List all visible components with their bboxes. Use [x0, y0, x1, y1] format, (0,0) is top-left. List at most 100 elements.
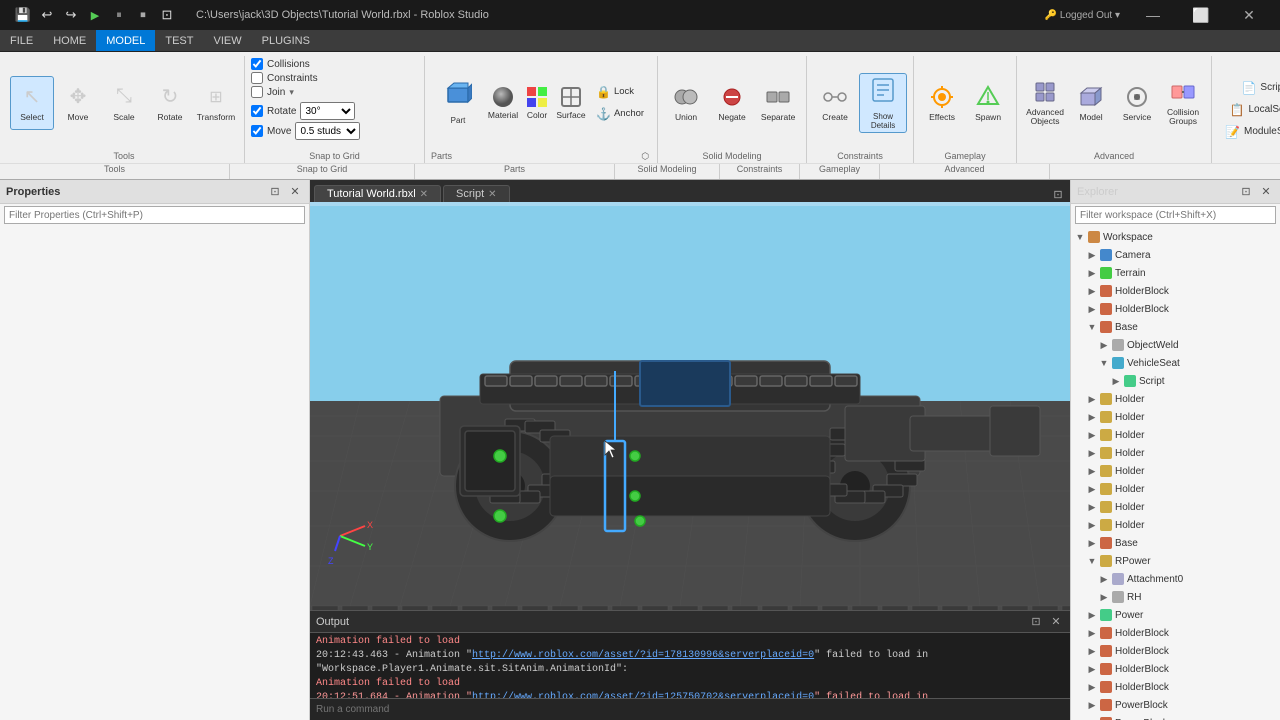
- explorer-maximize-icon[interactable]: ⊡: [1238, 184, 1254, 200]
- tree-expand-holder2[interactable]: ▶: [1085, 410, 1099, 424]
- tree-item-holder5[interactable]: ▶Holder: [1071, 462, 1280, 480]
- tree-expand-holderblock2[interactable]: ▶: [1085, 302, 1099, 316]
- tree-item-holderblock4[interactable]: ▶HolderBlock: [1071, 642, 1280, 660]
- stop-button[interactable]: ⏹: [132, 4, 154, 26]
- script-button[interactable]: 📄 Script: [1234, 78, 1280, 98]
- explorer-filter-input[interactable]: [1075, 206, 1276, 224]
- model-button[interactable]: Model: [1069, 76, 1113, 130]
- tree-expand-script-vs[interactable]: ▶: [1109, 374, 1123, 388]
- tab-tutorial-world[interactable]: Tutorial World.rbxl ✕: [314, 185, 441, 202]
- move-tool-button[interactable]: ✥ Move: [56, 76, 100, 130]
- tree-expand-holder1[interactable]: ▶: [1085, 392, 1099, 406]
- transform-tool-button[interactable]: ⊞ Transform: [194, 76, 238, 130]
- tree-item-powerblock2[interactable]: ▶PowerBlock: [1071, 714, 1280, 720]
- tree-item-camera[interactable]: ▶Camera: [1071, 246, 1280, 264]
- tree-item-powerblock[interactable]: ▶PowerBlock: [1071, 696, 1280, 714]
- tree-item-base[interactable]: ▼Base: [1071, 318, 1280, 336]
- tree-expand-holder5[interactable]: ▶: [1085, 464, 1099, 478]
- tree-item-rpower[interactable]: ▼RPower: [1071, 552, 1280, 570]
- tree-item-workspace[interactable]: ▼Workspace: [1071, 228, 1280, 246]
- tree-expand-holder4[interactable]: ▶: [1085, 446, 1099, 460]
- explorer-close-icon[interactable]: ✕: [1258, 184, 1274, 200]
- color-button[interactable]: Color: [521, 73, 553, 133]
- tree-expand-objectweld[interactable]: ▶: [1097, 338, 1111, 352]
- tree-expand-holder6[interactable]: ▶: [1085, 482, 1099, 496]
- output-maximize-icon[interactable]: ⊡: [1028, 614, 1044, 630]
- properties-close-icon[interactable]: ✕: [287, 184, 303, 200]
- module-script-button[interactable]: 📝 ModuleScript: [1218, 122, 1280, 142]
- tree-expand-powerblock[interactable]: ▶: [1085, 698, 1099, 712]
- tree-item-holderblock3[interactable]: ▶HolderBlock: [1071, 624, 1280, 642]
- join-checkbox[interactable]: [251, 86, 263, 98]
- menu-model[interactable]: MODEL: [96, 30, 155, 51]
- constraints-checkbox[interactable]: [251, 72, 263, 84]
- move-snap-select[interactable]: 0.5 studs1 stud2 studs: [295, 122, 360, 140]
- part-button[interactable]: Part: [431, 73, 485, 133]
- tree-item-base2[interactable]: ▶Base: [1071, 534, 1280, 552]
- tab-script[interactable]: Script ✕: [443, 185, 510, 202]
- tree-item-holder2[interactable]: ▶Holder: [1071, 408, 1280, 426]
- menu-plugins[interactable]: PLUGINS: [252, 30, 320, 51]
- collisions-checkbox[interactable]: [251, 58, 263, 70]
- tree-expand-vehicleseat[interactable]: ▼: [1097, 356, 1111, 370]
- tree-item-power[interactable]: ▶Power: [1071, 606, 1280, 624]
- collision-groups-button[interactable]: CollisionGroups: [1161, 76, 1205, 130]
- menu-test[interactable]: TEST: [155, 30, 203, 51]
- rotate-tool-button[interactable]: ↻ Rotate: [148, 76, 192, 130]
- pause-button[interactable]: ⏸: [108, 4, 130, 26]
- local-script-button[interactable]: 📋 LocalScript: [1223, 100, 1280, 120]
- tree-expand-rpower[interactable]: ▼: [1085, 554, 1099, 568]
- tree-item-holderblock2[interactable]: ▶HolderBlock: [1071, 300, 1280, 318]
- join-dropdown-icon[interactable]: ▾: [289, 87, 294, 98]
- output-link-1[interactable]: http://www.roblox.com/asset/?id=17813099…: [472, 650, 814, 661]
- tree-expand-holderblock3[interactable]: ▶: [1085, 626, 1099, 640]
- tree-item-holder1[interactable]: ▶Holder: [1071, 390, 1280, 408]
- tree-expand-holderblock1[interactable]: ▶: [1085, 284, 1099, 298]
- properties-lock-icon[interactable]: ⊡: [267, 184, 283, 200]
- rotate-snap-select[interactable]: 30°45°90°: [300, 102, 355, 120]
- close-button[interactable]: ✕: [1226, 0, 1272, 30]
- tree-item-holder4[interactable]: ▶Holder: [1071, 444, 1280, 462]
- tree-item-objectweld[interactable]: ▶ObjectWeld: [1071, 336, 1280, 354]
- negate-button[interactable]: Negate: [710, 76, 754, 130]
- lock-button[interactable]: 🔒 Lock: [591, 82, 649, 102]
- tree-expand-holderblock5[interactable]: ▶: [1085, 662, 1099, 676]
- tree-item-holder3[interactable]: ▶Holder: [1071, 426, 1280, 444]
- scale-tool-button[interactable]: ⤡ Scale: [102, 76, 146, 130]
- create-constraint-button[interactable]: Create: [813, 76, 857, 130]
- tab-tutorial-world-close[interactable]: ✕: [420, 189, 428, 200]
- output-close-icon[interactable]: ✕: [1048, 614, 1064, 630]
- tree-item-holderblock1[interactable]: ▶HolderBlock: [1071, 282, 1280, 300]
- anchor-button[interactable]: ⚓ Anchor: [591, 104, 649, 124]
- move-snap-checkbox[interactable]: [251, 125, 263, 137]
- show-details-button[interactable]: ShowDetails: [859, 73, 907, 133]
- menu-view[interactable]: VIEW: [203, 30, 251, 51]
- tree-expand-attachment0[interactable]: ▶: [1097, 572, 1111, 586]
- menu-file[interactable]: FILE: [0, 30, 43, 51]
- minimize-button[interactable]: —: [1130, 0, 1176, 30]
- tree-expand-holder7[interactable]: ▶: [1085, 500, 1099, 514]
- effects-button[interactable]: Effects: [920, 76, 964, 130]
- tree-item-script-vs[interactable]: ▶Script: [1071, 372, 1280, 390]
- output-command-input[interactable]: [316, 704, 1064, 715]
- tree-item-holder6[interactable]: ▶Holder: [1071, 480, 1280, 498]
- parts-expand-icon[interactable]: ⬡: [641, 151, 651, 162]
- undo-button[interactable]: ↩: [36, 4, 58, 26]
- tree-expand-workspace[interactable]: ▼: [1073, 230, 1087, 244]
- tree-item-holderblock6[interactable]: ▶HolderBlock: [1071, 678, 1280, 696]
- tree-expand-base[interactable]: ▼: [1085, 320, 1099, 334]
- spawn-button[interactable]: Spawn: [966, 76, 1010, 130]
- tree-expand-holderblock6[interactable]: ▶: [1085, 680, 1099, 694]
- tree-item-holderblock5[interactable]: ▶HolderBlock: [1071, 660, 1280, 678]
- rotate-snap-checkbox[interactable]: [251, 105, 263, 117]
- properties-filter-input[interactable]: [4, 206, 305, 224]
- tree-item-attachment0[interactable]: ▶Attachment0: [1071, 570, 1280, 588]
- viewport-canvas[interactable]: X Y Z: [310, 202, 1070, 610]
- viewport-maximize-icon[interactable]: ⊡: [1050, 186, 1066, 202]
- advanced-objects-button[interactable]: AdvancedObjects: [1023, 76, 1067, 130]
- tree-item-terrain[interactable]: ▶Terrain: [1071, 264, 1280, 282]
- tree-item-vehicleseat[interactable]: ▼VehicleSeat: [1071, 354, 1280, 372]
- tree-item-rh[interactable]: ▶RH: [1071, 588, 1280, 606]
- tree-expand-terrain[interactable]: ▶: [1085, 266, 1099, 280]
- tab-script-close[interactable]: ✕: [488, 189, 496, 200]
